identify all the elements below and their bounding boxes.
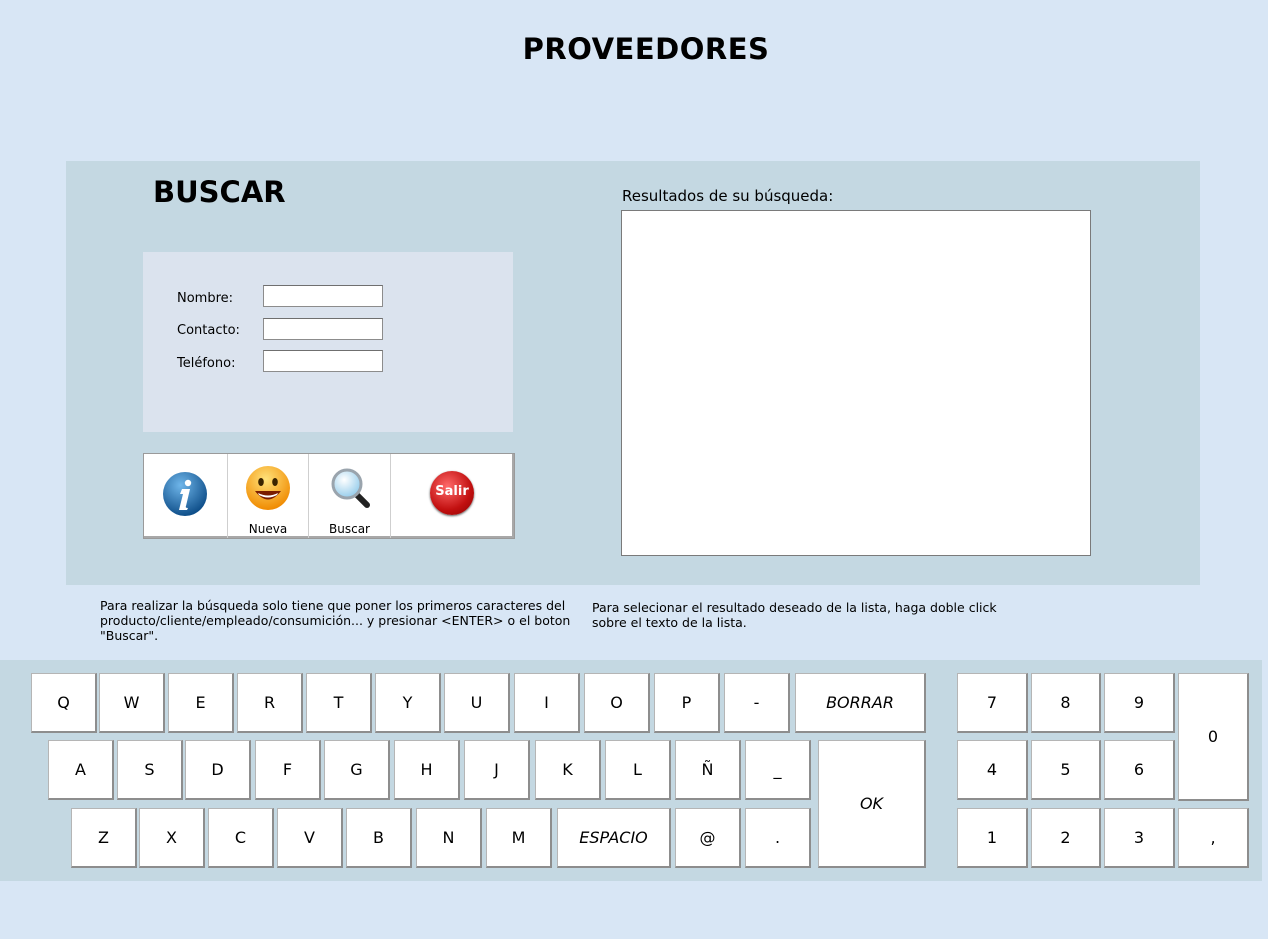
key-w[interactable]: W [99,673,165,733]
key-p[interactable]: P [654,673,720,733]
magnifier-icon [331,468,370,508]
info-icon [163,472,207,516]
key-2[interactable]: 2 [1031,808,1101,868]
results-label: Resultados de su búsqueda: [622,187,834,205]
key-at[interactable]: @ [675,808,741,868]
telefono-input[interactable] [263,350,383,372]
key-q[interactable]: Q [31,673,97,733]
key-4[interactable]: 4 [957,740,1028,800]
key-1[interactable]: 1 [957,808,1028,868]
search-form: Nombre: Contacto: Teléfono: [143,252,513,432]
key-9[interactable]: 9 [1104,673,1175,733]
key-comma[interactable]: , [1178,808,1249,868]
key-j[interactable]: J [464,740,530,800]
key-g[interactable]: G [324,740,390,800]
contacto-input[interactable] [263,318,383,340]
key-o[interactable]: O [584,673,650,733]
buscar-button[interactable]: Buscar [309,454,391,538]
ok-key[interactable]: OK [818,740,926,868]
key-h[interactable]: H [394,740,460,800]
key-r[interactable]: R [237,673,303,733]
key-y[interactable]: Y [375,673,441,733]
key-u[interactable]: U [444,673,510,733]
search-help-text: Para realizar la búsqueda solo tiene que… [100,598,571,643]
key-s[interactable]: S [117,740,183,800]
telefono-label: Teléfono: [177,356,236,371]
key-3[interactable]: 3 [1104,808,1175,868]
key-l[interactable]: L [605,740,671,800]
key-0[interactable]: 0 [1178,673,1249,801]
nueva-label: Nueva [248,522,288,536]
key-n[interactable]: N [416,808,482,868]
key-f[interactable]: F [255,740,321,800]
key-period[interactable]: . [745,808,811,868]
page-title: PROVEEDORES [522,32,770,66]
key-i[interactable]: I [514,673,580,733]
key-m[interactable]: M [486,808,552,868]
key-6[interactable]: 6 [1104,740,1175,800]
results-help-text: Para selecionar el resultado deseado de … [592,600,997,630]
key-5[interactable]: 5 [1031,740,1101,800]
key-e[interactable]: E [168,673,234,733]
nombre-input[interactable] [263,285,383,307]
contacto-label: Contacto: [177,323,240,338]
key-d[interactable]: D [185,740,251,800]
info-button[interactable] [144,454,228,538]
key-v[interactable]: V [277,808,343,868]
key-8[interactable]: 8 [1031,673,1101,733]
key-hyphen[interactable]: - [724,673,790,733]
stop-sign-icon: Salir [430,471,474,515]
results-list[interactable] [621,210,1091,556]
nueva-button[interactable]: Nueva [228,454,309,538]
key-t[interactable]: T [306,673,372,733]
search-heading: BUSCAR [153,175,286,209]
key-b[interactable]: B [346,808,412,868]
salir-label: Salir [435,484,469,499]
borrar-key[interactable]: BORRAR [795,673,926,733]
espacio-key[interactable]: ESPACIO [557,808,671,868]
buscar-label: Buscar [329,522,370,536]
key-a[interactable]: A [48,740,114,800]
salir-button[interactable]: Salir [391,454,514,538]
smiley-icon [246,466,290,510]
nombre-label: Nombre: [177,291,234,306]
action-toolbar: Nueva Buscar Salir [143,453,515,539]
key-z[interactable]: Z [71,808,137,868]
key-7[interactable]: 7 [957,673,1028,733]
key-underscore[interactable]: _ [745,740,811,800]
key-x[interactable]: X [139,808,205,868]
key-k[interactable]: K [535,740,601,800]
key-enye[interactable]: Ñ [675,740,741,800]
key-c[interactable]: C [208,808,274,868]
